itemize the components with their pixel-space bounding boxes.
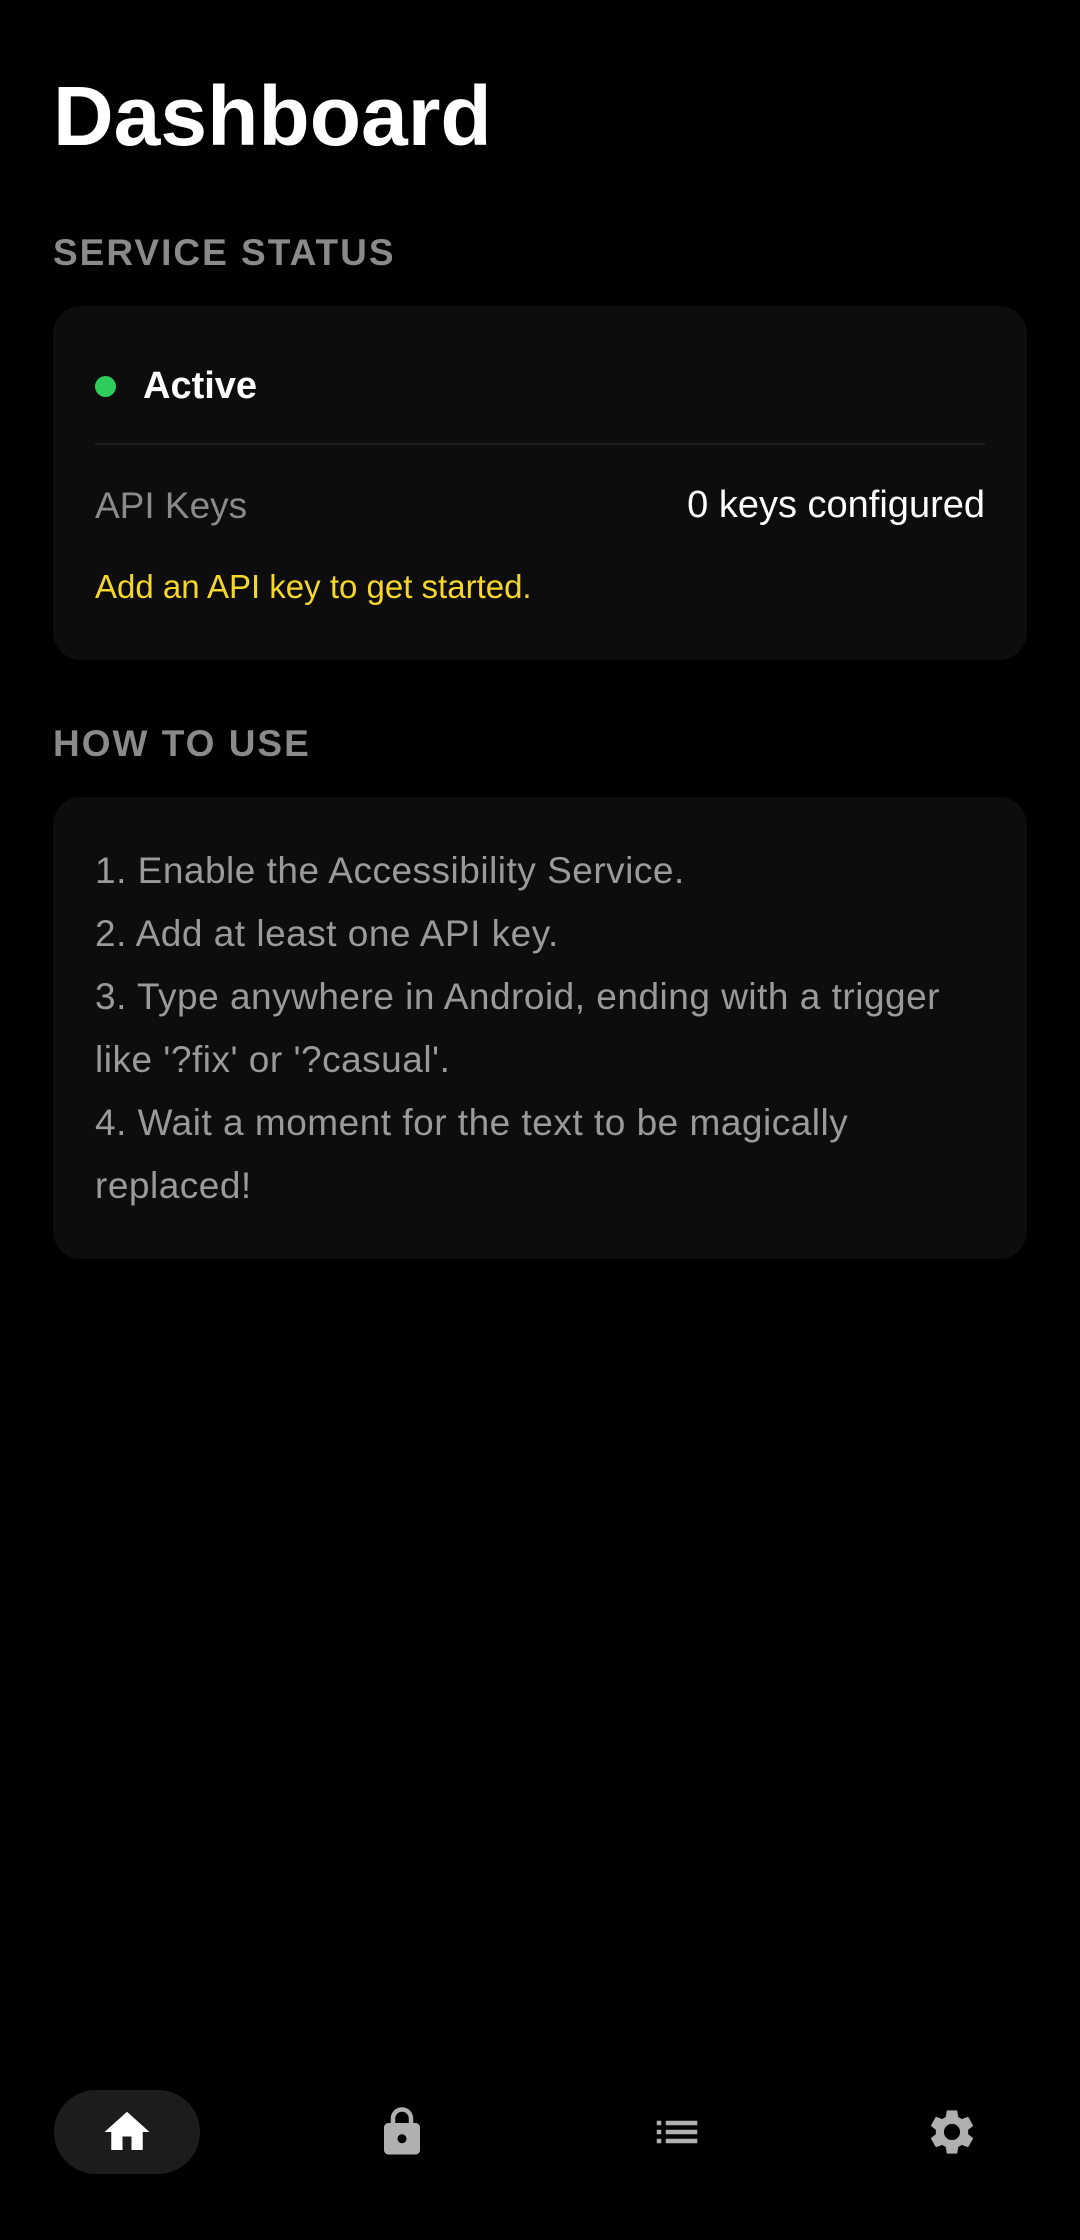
- page-title: Dashboard: [53, 69, 492, 163]
- status-row: Active: [95, 358, 257, 414]
- section-header-service-status: SERVICE STATUS: [53, 232, 396, 273]
- step-item: 3. Type anywhere in Android, ending with…: [95, 976, 940, 1080]
- list-icon: [656, 2120, 698, 2144]
- section-header-how-to-use: HOW TO USE: [53, 723, 311, 764]
- api-keys-row: API Keys 0 keys configured: [95, 484, 985, 527]
- divider: [95, 443, 985, 445]
- step-item: 1. Enable the Accessibility Service.: [95, 850, 685, 891]
- status-indicator-dot: [95, 375, 116, 397]
- home-icon: [104, 2111, 150, 2150]
- status-text: Active: [143, 364, 258, 407]
- nav-list[interactable]: [604, 2090, 750, 2174]
- how-to-use-card: 1. Enable the Accessibility Service. 2. …: [53, 797, 1027, 1259]
- dashboard-screen: Dashboard SERVICE STATUS Active API Keys…: [0, 0, 1080, 2240]
- steps-list: 1. Enable the Accessibility Service. 2. …: [95, 839, 985, 1217]
- service-status-card: Active API Keys 0 keys configured Add an…: [53, 306, 1027, 660]
- nav-keys[interactable]: [329, 2090, 475, 2174]
- step-item: 2. Add at least one API key.: [95, 913, 559, 954]
- nav-home[interactable]: [54, 2090, 200, 2174]
- api-keys-label: API Keys: [95, 484, 248, 526]
- api-keys-count: 0 keys configured: [687, 484, 985, 526]
- bottom-navigation: [0, 2080, 1080, 2184]
- nav-settings[interactable]: [879, 2090, 1025, 2174]
- lock-icon: [384, 2107, 420, 2155]
- api-key-hint: Add an API key to get started.: [95, 568, 532, 605]
- step-item: 4. Wait a moment for the text to be magi…: [95, 1102, 849, 1206]
- gear-icon: [930, 2110, 974, 2154]
